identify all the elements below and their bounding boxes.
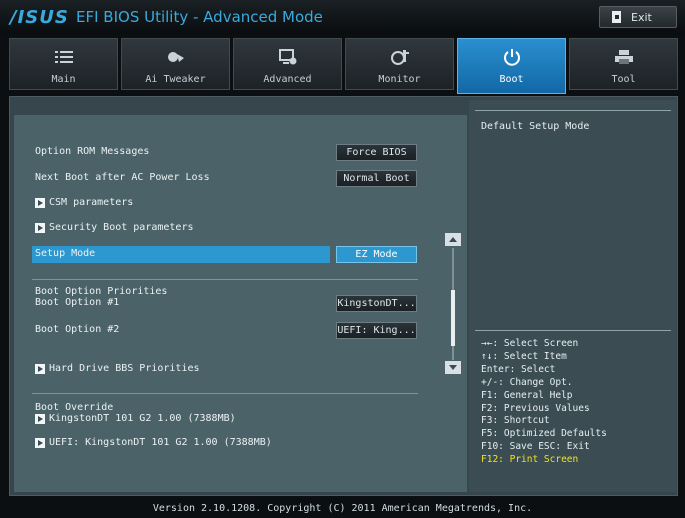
tab-main-label: Main xyxy=(51,74,76,85)
tab-monitor[interactable]: Monitor xyxy=(345,38,454,90)
tab-boot[interactable]: Boot xyxy=(457,38,566,94)
tab-monitor-label: Monitor xyxy=(378,74,421,85)
exit-button[interactable]: Exit xyxy=(599,6,677,28)
setup-mode-value-button[interactable]: EZ Mode xyxy=(336,246,417,263)
hdd-bbs-label: Hard Drive BBS Priorities xyxy=(49,363,200,374)
help-divider-top xyxy=(475,110,671,111)
submenu-arrow-icon xyxy=(35,222,45,233)
scroll-up-button[interactable] xyxy=(445,233,461,246)
setup-mode-label: Setup Mode xyxy=(35,248,96,259)
submenu-arrow-icon xyxy=(35,437,45,448)
boot-option-2-button[interactable]: UEFI: King... xyxy=(336,322,417,339)
key-hint: F1: General Help xyxy=(481,389,573,401)
boot-option-1-label: Boot Option #1 xyxy=(35,297,120,308)
exit-door-icon xyxy=(612,11,621,23)
boot-option-1-button[interactable]: KingstonDT... xyxy=(336,295,417,312)
app-title: EFI BIOS Utility - Advanced Mode xyxy=(76,8,323,26)
boot-option-2-label: Boot Option #2 xyxy=(35,324,120,335)
submenu-arrow-icon xyxy=(35,197,45,208)
tab-boot-label: Boot xyxy=(499,74,524,85)
version-footer: Version 2.10.1208. Copyright (C) 2011 Am… xyxy=(152,503,533,514)
override-kingston-label: KingstonDT 101 G2 1.00 (7388MB) xyxy=(49,413,236,424)
scrollbar-thumb[interactable] xyxy=(451,290,455,346)
key-legend: →←: Select Screen ↑↓: Select Item Enter:… xyxy=(481,338,607,467)
help-description: Default Setup Mode xyxy=(481,121,590,132)
exit-label: Exit xyxy=(631,10,652,24)
key-hint: F10: Save ESC: Exit xyxy=(481,441,590,453)
csm-parameters-label: CSM parameters xyxy=(49,197,134,208)
next-boot-label: Next Boot after AC Power Loss xyxy=(35,172,210,183)
option-rom-value-button[interactable]: Force BIOS xyxy=(336,144,417,161)
csm-parameters-item[interactable]: CSM parameters xyxy=(35,197,133,208)
asus-logo: /ISUS xyxy=(10,7,69,28)
override-item-uefi-kingston[interactable]: UEFI: KingstonDT 101 G2 1.00 (7388MB) xyxy=(35,437,272,448)
list-icon xyxy=(54,47,73,67)
tab-advanced[interactable]: Advanced xyxy=(233,38,342,90)
boot-priorities-heading: Boot Option Priorities xyxy=(35,286,168,297)
key-hint: +/-: Change Opt. xyxy=(481,376,573,388)
tab-ai-tweaker-label: Ai Tweaker xyxy=(145,74,206,85)
chevron-down-icon xyxy=(449,365,457,370)
override-uefi-kingston-label: UEFI: KingstonDT 101 G2 1.00 (7388MB) xyxy=(49,437,272,448)
key-hint: F5: Optimized Defaults xyxy=(481,428,607,440)
scroll-down-button[interactable] xyxy=(445,361,461,374)
key-hint: F3: Shortcut xyxy=(481,415,550,427)
key-hint: →←: Select Screen xyxy=(481,338,579,349)
hdd-bbs-item[interactable]: Hard Drive BBS Priorities xyxy=(35,363,200,374)
key-hint: Enter: Select xyxy=(481,363,556,375)
next-boot-value-button[interactable]: Normal Boot xyxy=(336,170,417,187)
section-divider xyxy=(32,393,418,394)
override-item-kingston[interactable]: KingstonDT 101 G2 1.00 (7388MB) xyxy=(35,413,236,424)
boot-override-heading: Boot Override xyxy=(35,402,114,413)
tab-tool[interactable]: Tool xyxy=(569,38,678,90)
security-boot-label: Security Boot parameters xyxy=(49,222,194,233)
submenu-arrow-icon xyxy=(35,413,45,424)
option-rom-label: Option ROM Messages xyxy=(35,146,150,157)
tab-advanced-label: Advanced xyxy=(263,74,312,85)
section-divider xyxy=(32,279,418,280)
title-bar: /ISUS EFI BIOS Utility - Advanced Mode E… xyxy=(0,0,685,34)
key-hint-print-screen: F12: Print Screen xyxy=(481,454,579,466)
tab-tool-label: Tool xyxy=(611,74,636,85)
tab-ai-tweaker[interactable]: Ai Tweaker xyxy=(121,38,230,90)
monitor-icon xyxy=(390,47,409,67)
power-icon xyxy=(503,47,521,67)
key-hint: F2: Previous Values xyxy=(481,402,590,414)
printer-icon xyxy=(614,47,633,67)
chevron-up-icon xyxy=(449,237,457,242)
advanced-icon xyxy=(278,47,297,67)
help-divider-mid xyxy=(475,330,671,331)
main-tabs: Main Ai Tweaker Advanced Monitor Boot To… xyxy=(9,38,678,94)
security-boot-item[interactable]: Security Boot parameters xyxy=(35,222,194,233)
submenu-arrow-icon xyxy=(35,363,45,374)
tweaker-icon xyxy=(167,47,185,67)
tab-main[interactable]: Main xyxy=(9,38,118,90)
key-hint: ↑↓: Select Item xyxy=(481,350,567,362)
